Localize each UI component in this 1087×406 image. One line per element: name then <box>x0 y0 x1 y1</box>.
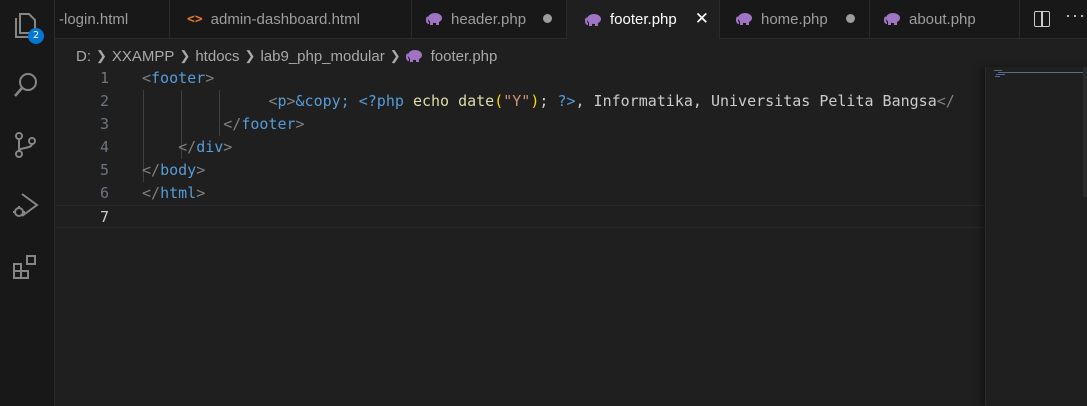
tab-bar: -login.html <> admin-dashboard.html head… <box>55 0 1087 39</box>
line-number: 7 <box>99 208 109 226</box>
code-text: </body> <box>142 161 206 179</box>
editor-actions: ··· <box>1020 0 1087 38</box>
code-line-current: 7 <box>55 205 985 228</box>
tab-label: home.php <box>761 10 828 28</box>
close-icon[interactable]: ✕ <box>695 9 709 29</box>
chevron-right-icon: ❯ <box>244 48 256 63</box>
unsaved-dot-icon[interactable] <box>543 14 552 23</box>
breadcrumb-file[interactable]: footer.php <box>431 48 498 65</box>
breadcrumb-folder[interactable]: XXAMPP <box>112 48 175 65</box>
line-number: 3 <box>99 115 109 133</box>
chevron-right-icon: ❯ <box>179 48 191 63</box>
code-line: 5 </body> <box>55 159 985 182</box>
line-number: 1 <box>99 69 109 87</box>
tab-label: -login.html <box>59 10 129 28</box>
line-number: 6 <box>99 184 109 202</box>
code-text: <footer> <box>142 69 215 87</box>
code-text: </footer> <box>223 115 305 133</box>
php-elephant-icon <box>736 12 753 26</box>
breadcrumb: D: ❯ XXAMPP ❯ htdocs ❯ lab9_php_modular … <box>76 45 497 67</box>
minimap-line <box>994 70 1002 71</box>
code-line: 4 </div> <box>55 136 985 159</box>
code-text: <p>&copy; <?php echo date("Y"); ?>, Info… <box>268 92 955 110</box>
code-line: 3 </footer> <box>55 113 985 136</box>
tab-footer-php[interactable]: footer.php ✕ <box>567 0 720 39</box>
run-debug-icon[interactable] <box>11 190 41 220</box>
breadcrumb-folder[interactable]: lab9_php_modular <box>260 48 384 65</box>
split-editor-icon[interactable] <box>1034 11 1050 27</box>
code-text: </div> <box>178 138 233 156</box>
php-elephant-icon <box>585 13 602 27</box>
line-number: 4 <box>99 138 109 156</box>
code-line: 6 </html> <box>55 182 985 205</box>
tab-about-php[interactable]: about.php <box>870 0 1020 38</box>
tab-label: admin-dashboard.html <box>210 10 360 28</box>
tab-label: header.php <box>451 10 527 28</box>
php-elephant-icon <box>884 12 901 26</box>
tab-label: footer.php <box>610 11 677 28</box>
chevron-right-icon: ❯ <box>389 48 401 63</box>
tab-header-php[interactable]: header.php <box>412 0 567 38</box>
code-line: 1 <footer> <box>55 67 985 90</box>
minimap[interactable] <box>985 67 1087 406</box>
php-elephant-icon <box>426 12 443 26</box>
line-number: 5 <box>99 161 109 179</box>
tab-admin-dashboard-html[interactable]: <> admin-dashboard.html <box>170 0 412 38</box>
activity-bar: 2 <box>0 0 55 406</box>
explorer-badge: 2 <box>28 28 44 44</box>
tab-label: about.php <box>909 10 976 28</box>
php-elephant-icon <box>405 49 423 63</box>
minimap-line <box>995 76 1000 77</box>
tab-login-html[interactable]: -login.html <box>55 0 170 38</box>
search-icon[interactable] <box>11 70 41 100</box>
source-control-icon[interactable] <box>11 130 41 160</box>
minimap-line <box>998 72 1084 73</box>
code-line: 2 <p>&copy; <?php echo date("Y"); ?>, In… <box>55 90 985 113</box>
unsaved-dot-icon[interactable] <box>846 14 855 23</box>
code-text: </html> <box>142 184 206 202</box>
vertical-scrollbar[interactable] <box>1083 67 1087 197</box>
line-number: 2 <box>99 92 109 110</box>
code-editor[interactable]: 1 <footer> 2 <p>&copy; <?php echo date("… <box>55 67 985 406</box>
html-icon: <> <box>187 11 203 27</box>
extensions-icon[interactable] <box>11 252 41 282</box>
more-actions-icon[interactable]: ··· <box>1065 5 1086 26</box>
tab-home-php[interactable]: home.php <box>720 0 870 38</box>
chevron-right-icon: ❯ <box>96 48 107 63</box>
breadcrumb-folder[interactable]: htdocs <box>195 48 239 65</box>
breadcrumb-drive[interactable]: D: <box>76 48 91 65</box>
footer-text: , Informatika, Universitas Pelita Bangsa <box>575 92 937 110</box>
minimap-line <box>996 74 1005 75</box>
